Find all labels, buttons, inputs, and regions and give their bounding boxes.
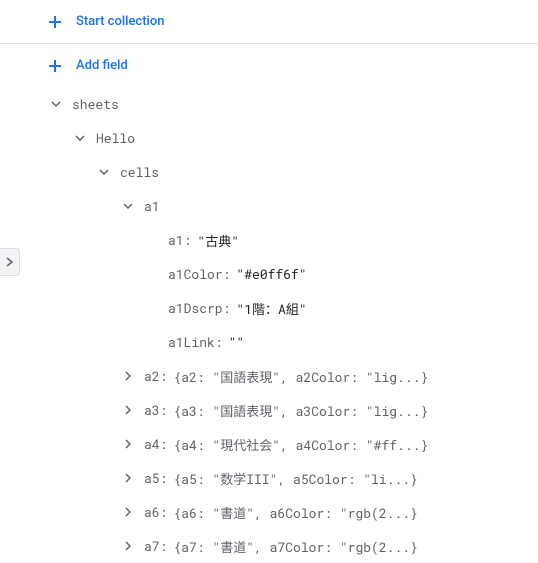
caret-right-icon [120,371,136,381]
tree-node-cells[interactable]: cells [48,155,538,189]
tree-node-collapsed[interactable]: a7:{a7: "書道", a7Color: "rgb(2...} [48,529,538,563]
chevron-right-icon [6,257,14,267]
caret-down-icon [72,135,88,141]
field-row[interactable]: a1Link: "" [48,325,538,359]
node-key: cells [120,163,159,181]
field-value: "1階：A組" [236,299,306,318]
field-row[interactable]: a1Color: "#e0ff6f" [48,257,538,291]
node-key: a1 [144,197,160,215]
caret-right-icon [120,439,136,449]
caret-down-icon [96,169,112,175]
tree-node-collapsed[interactable]: a6:{a6: "書道", a6Color: "rgb(2...} [48,495,538,529]
panel-expand-handle[interactable] [0,248,20,276]
node-preview: {a2: "国語表現", a2Color: "lig...} [173,367,428,386]
add-field-row[interactable]: Add field [0,44,538,87]
tree-node-collapsed[interactable]: a5:{a5: "数学III", a5Color: "li...} [48,461,538,495]
field-key: a1Dscrp [168,299,223,317]
node-key: a2 [144,367,160,385]
tree-node-collapsed[interactable]: a3:{a3: "国語表現", a3Color: "lig...} [48,393,538,427]
start-collection-row[interactable]: Start collection [0,0,538,44]
tree-node-a1[interactable]: a1 [48,189,538,223]
caret-down-icon [120,203,136,209]
tree-node-collapsed[interactable]: a4:{a4: "現代社会", a4Color: "#ff...} [48,427,538,461]
node-key: sheets [72,95,119,113]
node-key: a6 [144,503,160,521]
caret-down-icon [48,101,64,107]
field-row[interactable]: a1: "古典" [48,223,538,257]
field-tree: sheets Hello cells a1 a1: "古典" a1Color: … [0,87,538,563]
tree-node-sheets[interactable]: sheets [48,87,538,121]
field-key: a1Color [168,265,223,283]
field-key: a1 [168,231,184,249]
field-value: "" [229,333,245,351]
node-preview: {a4: "現代社会", a4Color: "#ff...} [173,435,428,454]
tree-node-hello[interactable]: Hello [48,121,538,155]
plus-icon [48,15,62,29]
node-key: Hello [96,129,135,147]
field-value: "古典" [197,231,239,250]
node-preview: {a5: "数学III", a5Color: "li...} [173,469,417,488]
field-value: "#e0ff6f" [236,265,306,283]
caret-right-icon [120,405,136,415]
node-key: a4 [144,435,160,453]
tree-node-collapsed[interactable]: a2:{a2: "国語表現", a2Color: "lig...} [48,359,538,393]
node-key: a3 [144,401,160,419]
caret-right-icon [120,541,136,551]
node-key: a7 [144,537,160,555]
field-row[interactable]: a1Dscrp: "1階：A組" [48,291,538,325]
start-collection-label: Start collection [76,14,164,29]
add-field-label: Add field [76,58,128,73]
node-preview: {a6: "書道", a6Color: "rgb(2...} [173,503,417,522]
field-key: a1Link [168,333,215,351]
node-key: a5 [144,469,160,487]
node-preview: {a7: "書道", a7Color: "rgb(2...} [173,537,417,556]
node-preview: {a3: "国語表現", a3Color: "lig...} [173,401,428,420]
caret-right-icon [120,507,136,517]
caret-right-icon [120,473,136,483]
plus-icon [48,59,62,73]
